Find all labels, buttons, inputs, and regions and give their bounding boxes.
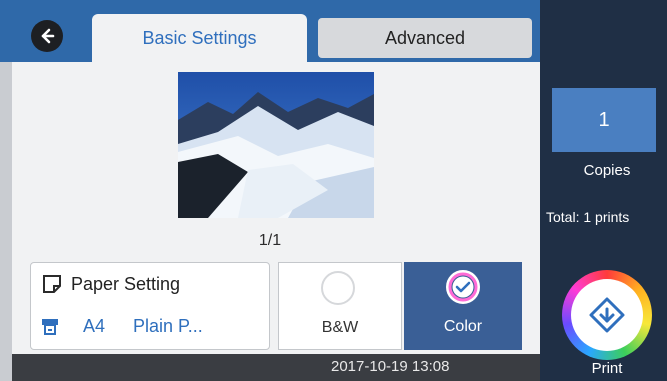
status-bar bbox=[12, 354, 540, 381]
print-preview-image[interactable] bbox=[178, 72, 374, 218]
copies-label: Copies bbox=[583, 162, 631, 179]
print-label: Print bbox=[591, 360, 623, 377]
paper-tray-icon bbox=[42, 319, 58, 335]
start-diamond-icon bbox=[589, 297, 625, 333]
paper-values: A4 Plain P... bbox=[39, 315, 203, 337]
bw-button[interactable]: B&W bbox=[278, 262, 402, 350]
paper-type-value: Plain P... bbox=[133, 315, 203, 336]
print-button-face bbox=[571, 279, 643, 351]
back-button[interactable] bbox=[31, 20, 63, 52]
page-counter: 1/1 bbox=[258, 232, 282, 249]
copies-input[interactable]: 1 bbox=[552, 88, 656, 152]
paper-size-value: A4 bbox=[83, 315, 106, 336]
date-time: 2017-10-19 13:08 bbox=[331, 358, 450, 375]
back-arrow-icon bbox=[41, 28, 55, 44]
paper-setting-label: Paper Setting bbox=[71, 273, 181, 294]
paper-setting-button[interactable]: Paper Setting A4 Plain P... bbox=[30, 262, 270, 350]
total-prints-label: Total: 1 prints bbox=[546, 209, 630, 225]
paper-setting-header: Paper Setting bbox=[41, 273, 180, 295]
tab-advanced[interactable]: Advanced bbox=[318, 18, 532, 58]
color-label: Color bbox=[443, 318, 483, 335]
color-button[interactable]: Color bbox=[404, 262, 522, 350]
check-icon bbox=[446, 270, 480, 304]
bw-label: B&W bbox=[321, 319, 359, 336]
bw-radio-icon bbox=[321, 271, 355, 305]
tab-basic-settings[interactable]: Basic Settings bbox=[92, 14, 307, 62]
print-button[interactable] bbox=[562, 270, 652, 360]
mountain-photo-preview bbox=[178, 72, 374, 218]
paper-setting-icon bbox=[43, 275, 61, 293]
